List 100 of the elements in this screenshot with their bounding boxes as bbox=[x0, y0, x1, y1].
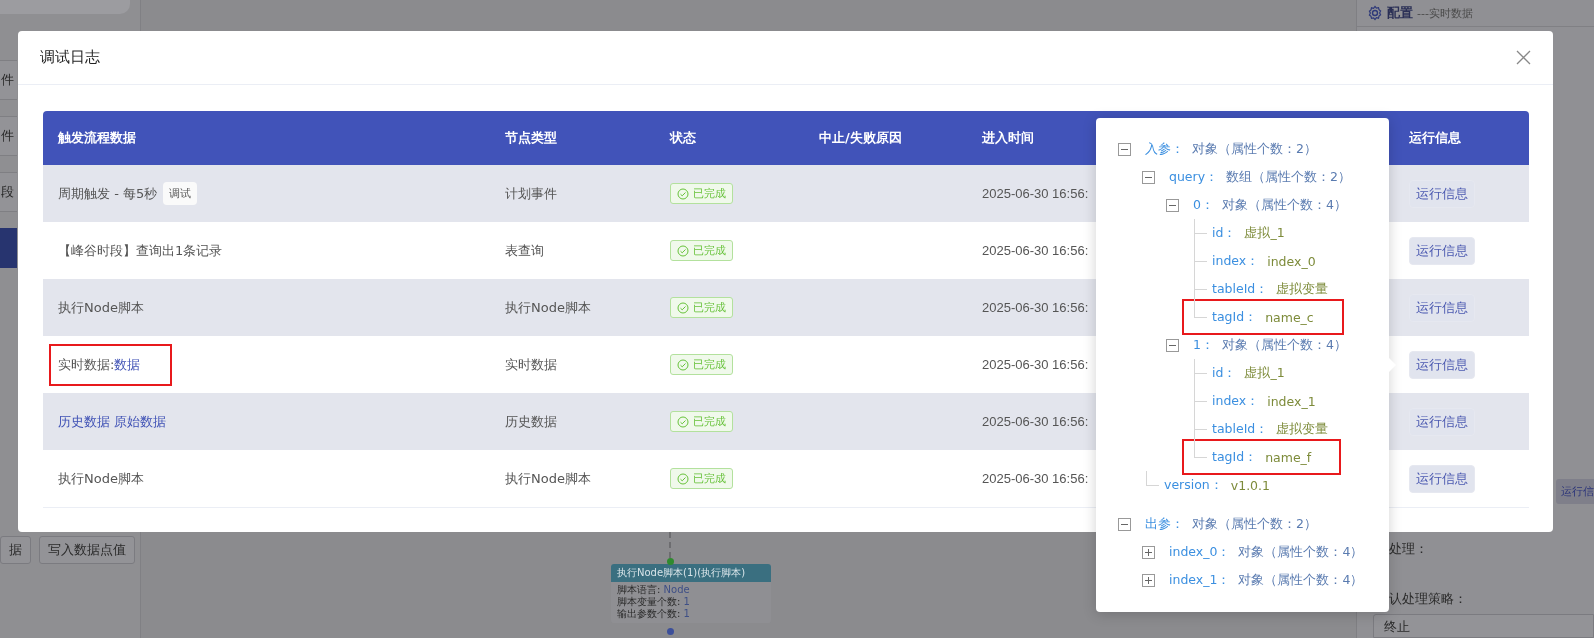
node-type: 实时数据 bbox=[505, 355, 557, 374]
check-circle-icon bbox=[677, 244, 689, 257]
tree-value: 对象（属性个数：4） bbox=[1238, 571, 1364, 589]
status-tag: 已完成 bbox=[670, 411, 733, 432]
node-property: 脚本变量个数: 1 bbox=[616, 596, 691, 608]
sidebar-item[interactable]: 件 bbox=[0, 60, 17, 100]
sidebar-button[interactable]: 据 bbox=[0, 536, 31, 564]
expand-icon[interactable] bbox=[1142, 573, 1155, 587]
panel-subtitle: ---实时数据 bbox=[1417, 5, 1473, 21]
tree-value: 对象（属性个数：4） bbox=[1221, 336, 1347, 354]
close-icon[interactable] bbox=[1516, 50, 1531, 65]
settings-icon bbox=[1367, 5, 1383, 21]
collapse-icon[interactable] bbox=[1118, 142, 1131, 156]
tree-key: 入参： bbox=[1145, 140, 1184, 158]
expand-icon[interactable] bbox=[1142, 545, 1155, 559]
status-tag: 已完成 bbox=[670, 354, 733, 375]
tree-value: 数组（属性个数：2） bbox=[1226, 168, 1352, 186]
tree-value: index_0 bbox=[1267, 253, 1316, 269]
trigger-text: 执行Node脚本 bbox=[58, 298, 144, 317]
node-property: 脚本语言: Node bbox=[616, 584, 691, 596]
tree-key: id： bbox=[1212, 224, 1237, 242]
node-type: 表查询 bbox=[505, 241, 544, 260]
tree-value: index_1 bbox=[1267, 393, 1316, 409]
tree-key: query： bbox=[1169, 168, 1219, 186]
check-circle-icon bbox=[677, 187, 689, 200]
data-link[interactable]: 历史数据 原始数据 bbox=[58, 412, 167, 431]
collapse-icon[interactable] bbox=[1118, 517, 1131, 531]
flow-node[interactable]: 执行Node脚本(1)(执行脚本) 脚本语言: Node 脚本变量个数: 1 输出参数个数: 1 bbox=[611, 564, 771, 623]
tree-value: 虚拟_1 bbox=[1244, 224, 1285, 242]
column-header: 状态 bbox=[668, 129, 697, 147]
run-info-button[interactable]: 运行信息 bbox=[1409, 464, 1475, 493]
collapse-icon[interactable] bbox=[1166, 198, 1179, 212]
data-link[interactable]: 数据 bbox=[114, 355, 141, 374]
node-type: 计划事件 bbox=[505, 184, 557, 203]
collapse-icon[interactable] bbox=[1142, 170, 1155, 184]
tree-key: 0： bbox=[1193, 196, 1214, 214]
tree-value: name_f bbox=[1265, 449, 1312, 465]
status-tag: 已完成 bbox=[670, 468, 733, 489]
tree-key: 1： bbox=[1193, 336, 1214, 354]
tree-key: index_0： bbox=[1169, 543, 1231, 561]
check-circle-icon bbox=[677, 301, 689, 314]
strategy-select[interactable]: 终止 bbox=[1373, 614, 1594, 638]
entry-time: 2025-06-30 16:56: bbox=[982, 414, 1089, 429]
entry-time: 2025-06-30 16:56: bbox=[982, 300, 1089, 315]
node-type: 执行Node脚本 bbox=[505, 298, 591, 317]
tree-key: tagId： bbox=[1212, 448, 1258, 466]
tree-key: id： bbox=[1212, 364, 1237, 382]
check-circle-icon bbox=[677, 472, 689, 485]
tree-key: tableId： bbox=[1212, 280, 1269, 298]
run-info-button[interactable]: 运行信息 bbox=[1409, 350, 1475, 379]
field-label: 认处理策略： bbox=[1389, 590, 1468, 608]
tree-value: name_c bbox=[1265, 309, 1314, 325]
tree-key: tableId： bbox=[1212, 420, 1269, 438]
sidebar-button[interactable]: 写入数据点值 bbox=[39, 536, 135, 564]
collapse-icon[interactable] bbox=[1166, 338, 1179, 352]
check-circle-icon bbox=[677, 415, 689, 428]
status-tag: 已完成 bbox=[670, 297, 733, 318]
column-header: 进入时间 bbox=[981, 129, 1035, 147]
tree-key: index_1： bbox=[1169, 571, 1231, 589]
entry-time: 2025-06-30 16:56: bbox=[982, 186, 1089, 201]
tree-key: tagId： bbox=[1212, 308, 1258, 326]
trigger-text: 执行Node脚本 bbox=[58, 469, 144, 488]
trigger-text: 实时数据: bbox=[58, 355, 115, 374]
node-type: 执行Node脚本 bbox=[505, 469, 591, 488]
tree-key: index： bbox=[1212, 392, 1260, 410]
trigger-text: 周期触发 - 每5秒 bbox=[58, 184, 158, 203]
tree-key: version： bbox=[1164, 476, 1223, 494]
field-label: 处理： bbox=[1389, 540, 1429, 558]
status-tag: 已完成 bbox=[670, 183, 733, 204]
column-header: 节点类型 bbox=[504, 129, 558, 147]
tree-key: 出参： bbox=[1145, 515, 1184, 533]
tree-value: 虚拟_1 bbox=[1244, 364, 1285, 382]
node-title: 执行Node脚本(1)(执行脚本) bbox=[611, 564, 771, 582]
check-circle-icon bbox=[677, 358, 689, 371]
tree-value: v1.0.1 bbox=[1230, 477, 1270, 493]
sidebar-item[interactable]: 件 bbox=[0, 116, 17, 156]
run-info-button[interactable]: 运行信 bbox=[1556, 479, 1594, 504]
column-header: 触发流程数据 bbox=[57, 129, 137, 147]
sidebar-item[interactable]: 段 bbox=[0, 172, 17, 212]
run-info-button[interactable]: 运行信息 bbox=[1409, 236, 1475, 265]
node-property: 输出参数个数: 1 bbox=[616, 608, 691, 620]
node-type: 历史数据 bbox=[505, 412, 557, 431]
tree-value: 对象（属性个数：2） bbox=[1192, 515, 1317, 533]
column-header: 运行信息 bbox=[1408, 129, 1462, 147]
column-header: 中止/失败原因 bbox=[818, 129, 903, 147]
entry-time: 2025-06-30 16:56: bbox=[982, 471, 1089, 486]
entry-time: 2025-06-30 16:56: bbox=[982, 243, 1089, 258]
debug-button[interactable]: 调试 bbox=[163, 182, 198, 205]
status-tag: 已完成 bbox=[670, 240, 733, 261]
entry-time: 2025-06-30 16:56: bbox=[982, 357, 1089, 372]
trigger-text: 【峰谷时段】查询出1条记录 bbox=[58, 241, 223, 260]
tree-key: index： bbox=[1212, 252, 1260, 270]
dialog-title: 调试日志 bbox=[40, 48, 100, 67]
tree-value: 对象（属性个数：4） bbox=[1238, 543, 1364, 561]
tree-value: 对象（属性个数：4） bbox=[1221, 196, 1347, 214]
panel-title: 配置 bbox=[1387, 4, 1413, 22]
tree-value: 虚拟变量 bbox=[1276, 280, 1329, 298]
input-port[interactable] bbox=[667, 558, 674, 565]
tree-value: 虚拟变量 bbox=[1276, 420, 1329, 438]
tree-value: 对象（属性个数：2） bbox=[1192, 140, 1317, 158]
